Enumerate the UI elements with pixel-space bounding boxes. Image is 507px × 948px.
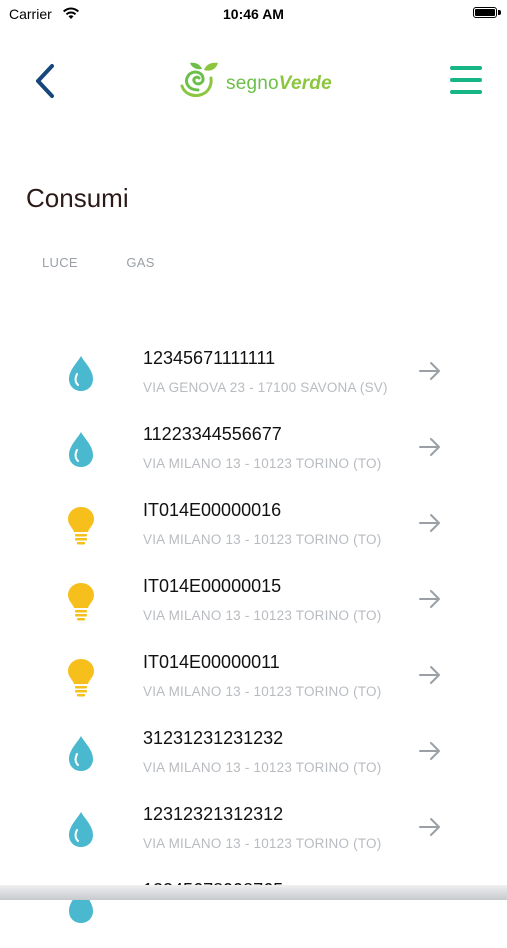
supply-address: VIA MILANO 13 - 10123 TORINO (TO) xyxy=(143,532,382,547)
nav-bar: segnoVerde xyxy=(0,45,507,115)
bulb-icon xyxy=(68,659,94,697)
supply-row[interactable]: 31231231231232 VIA MILANO 13 - 10123 TOR… xyxy=(0,720,507,796)
arrow-right-icon[interactable] xyxy=(418,589,442,609)
bulb-icon xyxy=(68,583,94,621)
arrow-right-icon[interactable] xyxy=(418,665,442,685)
supply-address: VIA MILANO 13 - 10123 TORINO (TO) xyxy=(143,608,382,623)
battery-icon xyxy=(473,7,497,18)
bulb-icon xyxy=(68,507,94,545)
supply-address: VIA GENOVA 23 - 17100 SAVONA (SV) xyxy=(143,380,388,395)
supply-address: VIA MILANO 13 - 10123 TORINO (TO) xyxy=(143,760,382,775)
arrow-right-icon[interactable] xyxy=(418,361,442,381)
supply-code: 12345671111111 xyxy=(143,348,276,368)
supply-address: VIA MILANO 13 - 10123 TORINO (TO) xyxy=(143,684,382,699)
supply-code: IT014E00000011 xyxy=(143,652,280,672)
gas-drop-icon xyxy=(69,812,93,847)
back-chevron-icon[interactable] xyxy=(30,63,60,99)
gas-drop-icon xyxy=(69,356,93,391)
status-bar: Carrier 10:46 AM xyxy=(0,0,507,30)
supply-code: 12312321312312 xyxy=(143,804,284,824)
page-title: Consumi xyxy=(26,183,129,213)
supply-row[interactable]: IT014E00000015 VIA MILANO 13 - 10123 TOR… xyxy=(0,568,507,644)
supply-code: 11223344556677 xyxy=(143,424,282,444)
supply-row[interactable]: 11223344556677 VIA MILANO 13 - 10123 TOR… xyxy=(0,416,507,492)
bottom-bar-shadow xyxy=(0,885,507,900)
tabs: LUCE GAS xyxy=(42,254,199,272)
gas-drop-icon xyxy=(69,432,93,467)
arrow-right-icon[interactable] xyxy=(418,513,442,533)
supply-address: VIA MILANO 13 - 10123 TORINO (TO) xyxy=(143,836,382,851)
battery-tip xyxy=(498,10,501,15)
supply-row[interactable]: 12312321312312 VIA MILANO 13 - 10123 TOR… xyxy=(0,796,507,872)
arrow-right-icon[interactable] xyxy=(418,817,442,837)
tab-gas[interactable]: GAS xyxy=(126,255,154,270)
supply-row[interactable]: 12345678998765 xyxy=(0,872,507,948)
gas-drop-icon xyxy=(69,736,93,771)
supply-code: IT014E00000015 xyxy=(143,576,282,596)
logo-wordmark: segnoVerde xyxy=(226,73,332,94)
spiral-leaf-icon xyxy=(180,62,218,97)
supply-address: VIA MILANO 13 - 10123 TORINO (TO) xyxy=(143,456,382,471)
supply-row[interactable]: IT014E00000016 VIA MILANO 13 - 10123 TOR… xyxy=(0,492,507,568)
arrow-right-icon[interactable] xyxy=(418,741,442,761)
supply-row[interactable]: 12345671111111 VIA GENOVA 23 - 17100 SAV… xyxy=(0,340,507,416)
segnoverde-logo: segnoVerde xyxy=(178,60,348,100)
clock: 10:46 AM xyxy=(223,6,284,22)
hamburger-menu-icon[interactable] xyxy=(450,66,484,96)
supply-row[interactable]: IT014E00000011 VIA MILANO 13 - 10123 TOR… xyxy=(0,644,507,720)
arrow-right-icon[interactable] xyxy=(418,437,442,457)
supply-code: IT014E00000016 xyxy=(143,500,282,520)
supply-code: 31231231231232 xyxy=(143,728,284,748)
tab-luce[interactable]: LUCE xyxy=(42,255,78,270)
